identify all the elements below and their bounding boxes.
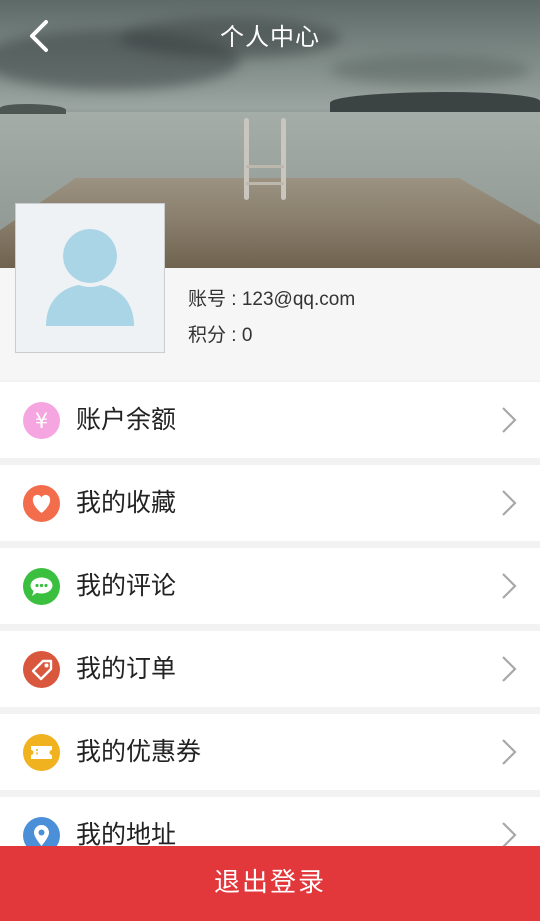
ladder-step [246,182,284,185]
points-row: 积分 : 0 [188,320,252,347]
account-separator: : [226,289,242,310]
chevron-right-icon [502,739,517,765]
menu-item-label: 账户余额 [76,405,177,434]
chevron-right-icon [502,573,517,599]
points-label: 积分 [188,325,227,346]
banner-island [0,104,66,114]
account-row: 账号 : 123@qq.com [188,284,355,311]
account-value: 123@qq.com [241,289,356,310]
chat-icon [23,568,60,605]
menu-item-label: 我的评论 [76,571,177,600]
points-value: 0 [241,325,253,346]
menu-item-balance[interactable]: ¥ 账户余额 [0,382,540,458]
ladder-rail [281,118,286,200]
menu-item-orders[interactable]: 我的订单 [0,631,540,707]
chevron-right-icon [502,407,517,433]
logout-button[interactable]: 退出登录 [0,846,540,921]
ladder-rail [244,118,249,200]
account-label: 账号 [188,289,227,310]
menu-item-label: 我的收藏 [76,488,177,517]
svg-text:¥: ¥ [35,409,48,433]
chevron-right-icon [502,656,517,682]
menu-item-label: 我的订单 [76,654,177,683]
avatar[interactable] [15,203,165,353]
heart-icon [23,485,60,522]
chevron-right-icon [502,822,517,848]
banner-island [330,92,540,112]
chevron-right-icon [502,490,517,516]
menu-item-coupons[interactable]: 我的优惠券 [0,714,540,790]
menu-item-label: 我的优惠券 [76,737,202,766]
menu-item-favorites[interactable]: 我的收藏 [0,465,540,541]
ticket-icon [23,734,60,771]
page-title: 个人中心 [220,23,320,51]
menu-item-comments[interactable]: 我的评论 [0,548,540,624]
yen-icon: ¥ [23,402,60,439]
ladder-step [246,165,284,168]
banner-cloud [330,55,530,85]
points-separator: : [226,325,242,346]
user-avatar-icon [46,225,134,326]
tag-icon [23,651,60,688]
